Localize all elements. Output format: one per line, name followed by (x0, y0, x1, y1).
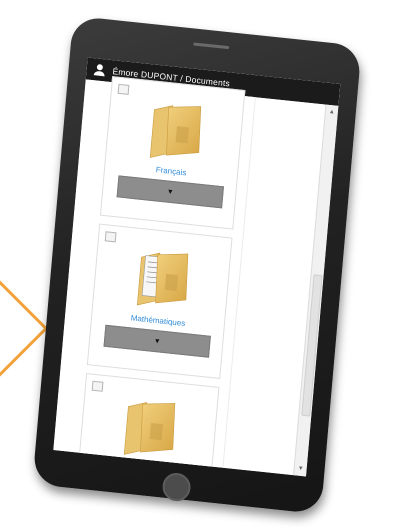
folder-with-papers-icon[interactable] (127, 246, 194, 312)
folder-card-mathematiques[interactable]: Mathématiques ▼ (86, 223, 233, 380)
folder-card-francais[interactable]: Français ▼ (99, 76, 246, 230)
tablet-device: Émore DUPONT / Documents Français ▼ Math… (32, 15, 362, 515)
scroll-up-icon[interactable]: ▲ (325, 107, 338, 118)
user-icon[interactable] (92, 62, 107, 77)
screenshot-stage: Émore DUPONT / Documents Français ▼ Math… (0, 0, 393, 532)
documents-grid: Français ▼ Mathématiques ▼ (53, 76, 325, 477)
caret-down-icon: ▼ (166, 187, 175, 196)
select-checkbox[interactable] (91, 380, 104, 392)
tablet-screen: Émore DUPONT / Documents Français ▼ Math… (53, 57, 341, 477)
select-checkbox[interactable] (117, 83, 130, 95)
folder-icon[interactable] (140, 99, 207, 165)
caret-down-icon: ▼ (153, 337, 161, 346)
scroll-down-icon[interactable]: ▼ (294, 463, 307, 474)
folder-menu-button[interactable]: ▼ (116, 175, 224, 209)
folder-menu-button[interactable]: ▼ (103, 324, 211, 358)
select-checkbox[interactable] (104, 231, 117, 243)
folder-icon[interactable] (114, 396, 181, 462)
chevron-right-icon (0, 276, 49, 381)
